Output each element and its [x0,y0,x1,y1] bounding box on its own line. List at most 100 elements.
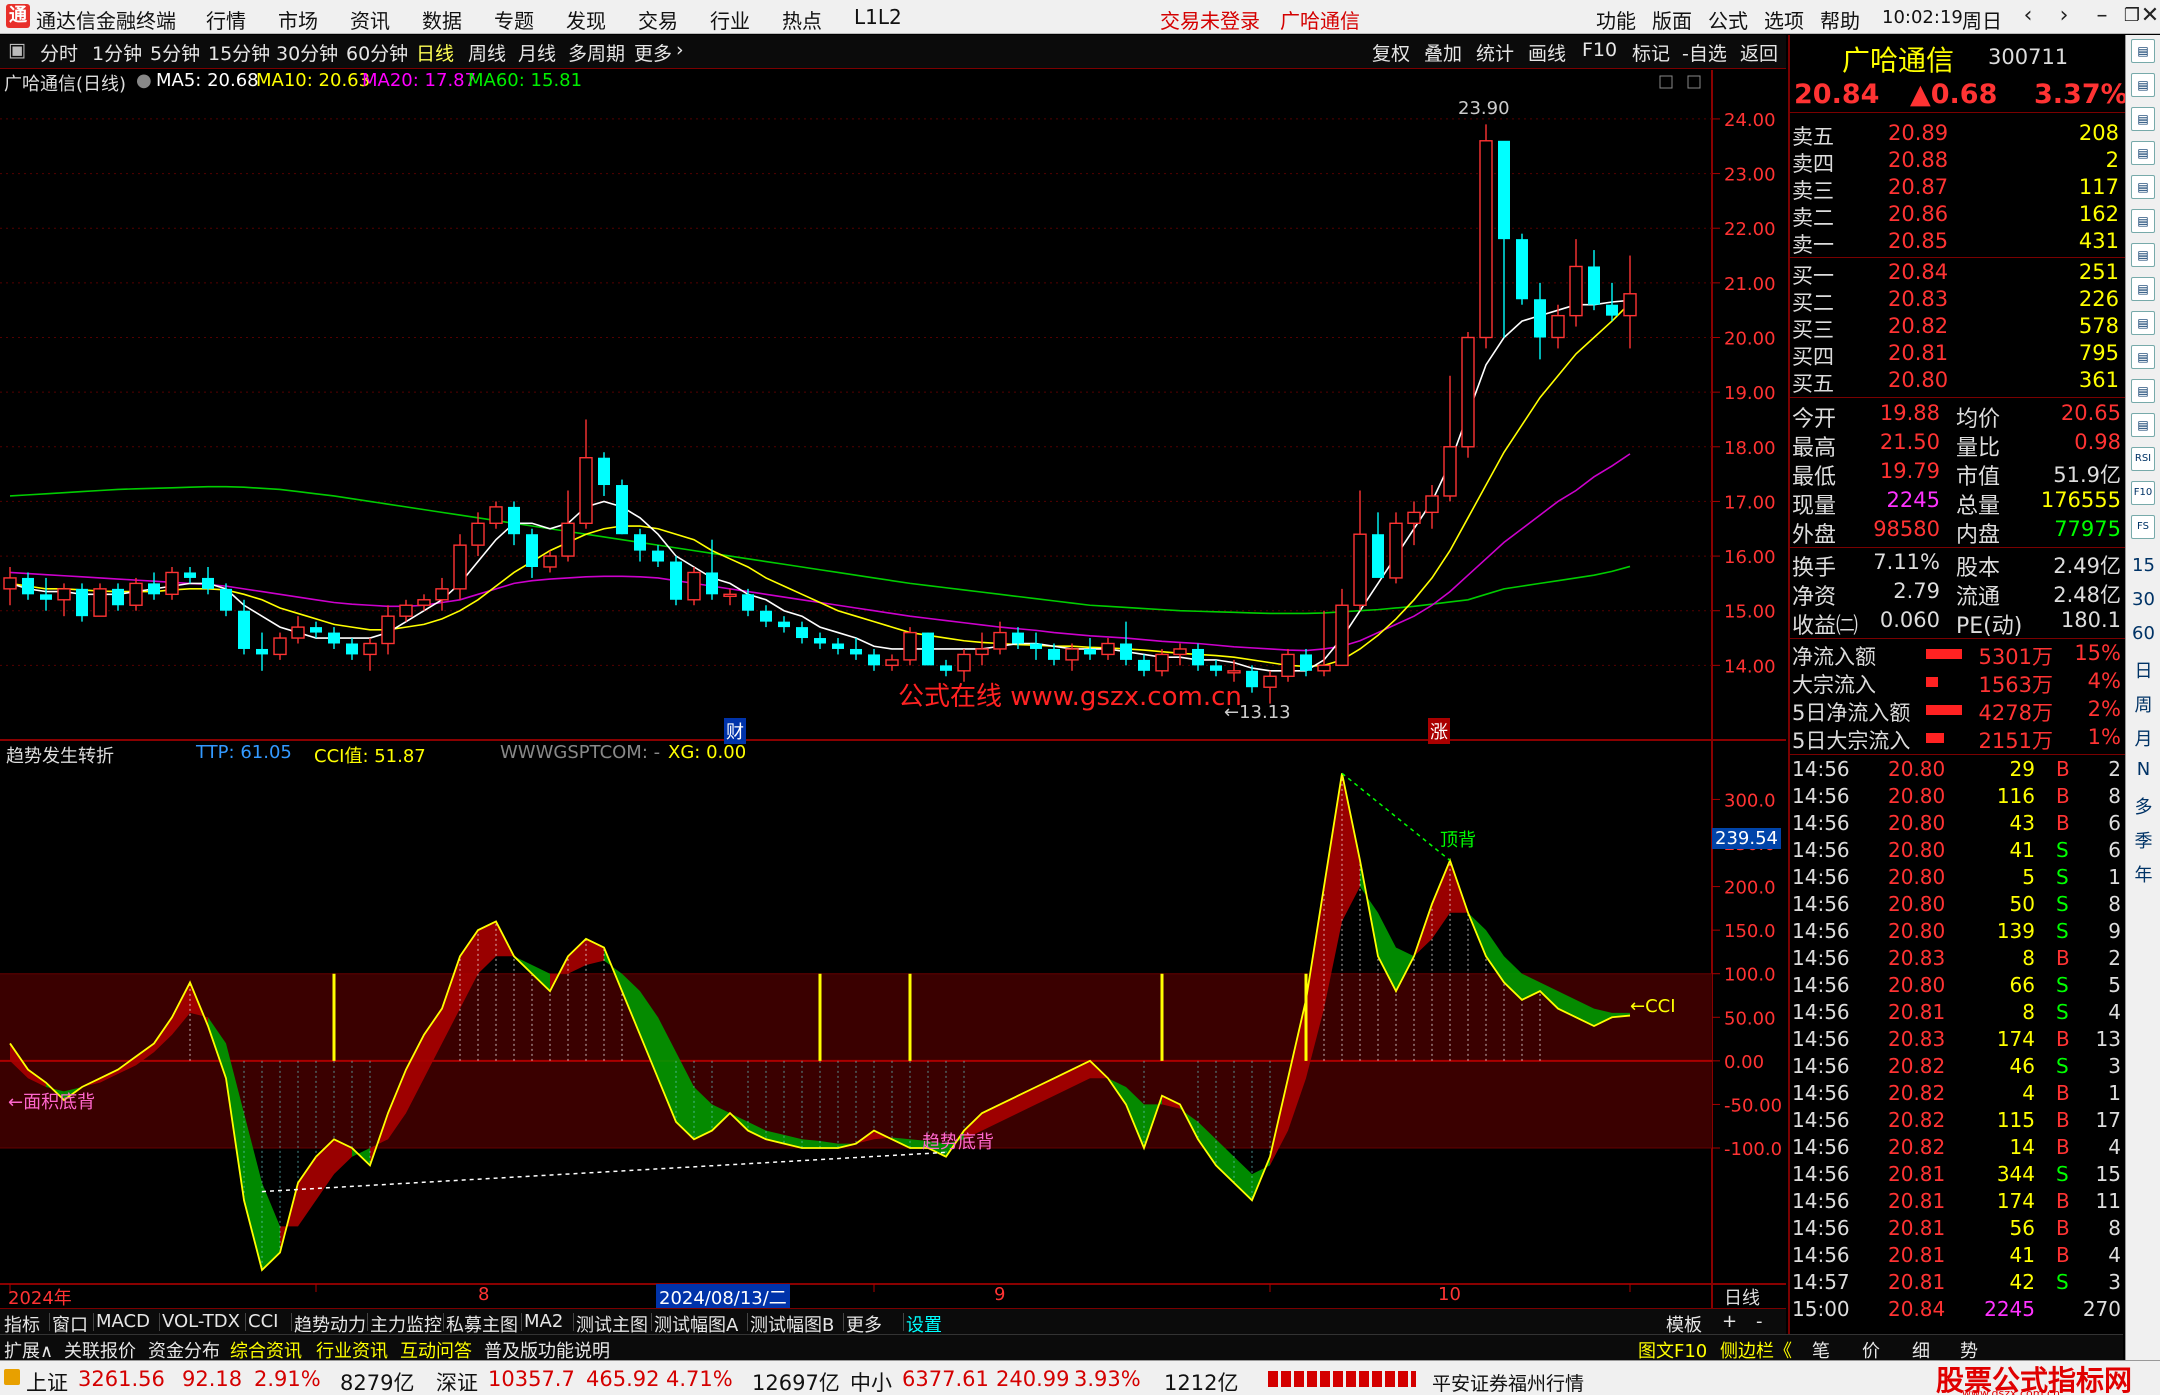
period-monthly[interactable]: 月线 [518,39,556,66]
btn-huaxian[interactable]: 画线 [1528,39,1566,66]
side-tool-1-icon[interactable]: F10 [2131,481,2155,505]
btn-biaoji[interactable]: 标记 [1632,39,1670,66]
flow-label: 大宗流入 [1792,673,1876,697]
tab1-3[interactable]: VOL-TDX [162,1311,240,1332]
flow-row[interactable]: 净流入额 5301万 15% [1790,641,2125,669]
side-period-6[interactable]: N [2126,759,2160,780]
tick-row: 14:56 20.81 56 B 8 [1790,1216,2125,1243]
side-period-5[interactable]: 月 [2126,725,2160,751]
limit-up-marker[interactable]: 涨 [1428,718,1450,744]
menu-zhuanti[interactable]: 专题 [494,5,534,34]
side-tool-icon[interactable]: ▤ [2131,413,2155,437]
tab1-8[interactable]: MA2 [524,1311,563,1332]
side-tool-icon[interactable]: ▤ [2131,39,2155,63]
settings-gear-icon[interactable]: ● [136,70,152,91]
side-tool-icon[interactable]: ▤ [2131,73,2155,97]
menu-shichang[interactable]: 市场 [278,5,318,34]
side-tool-icon[interactable]: ▤ [2131,209,2155,233]
tab1-4[interactable]: CCI [248,1311,278,1332]
flow-row[interactable]: 5日净流入额 4278万 2% [1790,697,2125,725]
minimize-icon[interactable]: – [2088,2,2116,30]
flow-row[interactable]: 大宗流入 1563万 4% [1790,669,2125,697]
menu-gongshi[interactable]: 公式 [1708,5,1748,34]
btn-fanhui[interactable]: 返回 [1740,39,1778,66]
more-chevron-icon[interactable]: › [676,39,684,61]
candle-body [868,654,880,666]
side-tool-icon[interactable]: ▤ [2131,379,2155,403]
sh-label[interactable]: 上证 [26,1367,68,1395]
zx-label[interactable]: 中小 [850,1367,892,1395]
menu-faxian[interactable]: 发现 [566,5,606,34]
watermark-text: 公式在线 www.gszx.com.cn [898,682,1242,712]
period-60min[interactable]: 60分钟 [346,39,408,66]
panel-toggle-icon[interactable]: ▣ [8,39,26,61]
side-period-8[interactable]: 季 [2126,827,2160,853]
btn-f10[interactable]: F10 [1582,39,1617,61]
side-period-1[interactable]: 30 [2126,589,2160,610]
side-tool-icon[interactable]: ▤ [2131,277,2155,301]
side-tool-2-icon[interactable]: FS [2131,515,2155,539]
menu-bangzhu[interactable]: 帮助 [1820,5,1860,34]
buy-price: 20.80 [1888,368,1949,392]
period-1min[interactable]: 1分钟 [92,39,142,66]
flow-row[interactable]: 5日大宗流入 2151万 1% [1790,725,2125,753]
side-period-9[interactable]: 年 [2126,861,2160,887]
tab1-16[interactable]: - [1756,1311,1763,1332]
period-weekly[interactable]: 周线 [468,39,506,66]
side-period-0[interactable]: 15 [2126,555,2160,576]
period-multi[interactable]: 多周期 [568,39,625,66]
menu-gongneng[interactable]: 功能 [1596,5,1636,34]
tick-volume: 50 [2009,892,2035,916]
menu-hangqing[interactable]: 行情 [206,5,246,34]
side-period-7[interactable]: 多 [2126,793,2160,819]
menu-shuju[interactable]: 数据 [422,5,462,34]
tick-price: 20.84 [1888,1297,1946,1321]
tick-side: B [2056,1243,2070,1267]
period-daily[interactable]: 日线 [416,39,454,66]
menu-redian[interactable]: 热点 [782,5,822,34]
candle-body [1389,522,1403,579]
back-arrow-icon[interactable]: ‹ [2014,2,2042,30]
btn-fuquan[interactable]: 复权 [1372,39,1410,66]
btn-tongji[interactable]: 统计 [1476,39,1514,66]
side-period-4[interactable]: 周 [2126,691,2160,717]
x-label-year: 2024年 [8,1288,72,1309]
period-5min[interactable]: 5分钟 [150,39,200,66]
sz-label[interactable]: 深证 [436,1367,478,1395]
side-period-3[interactable]: 日 [2126,657,2160,683]
side-tool-icon[interactable]: ▤ [2131,175,2155,199]
ma60-line [9,485,1631,615]
trade-status[interactable]: 交易未登录 [1160,5,1260,34]
menu-jiaoyi[interactable]: 交易 [638,5,678,34]
menu-hangye[interactable]: 行业 [710,5,750,34]
period-fenshi[interactable]: 分时 [40,39,78,66]
tick-volume: 4 [2022,1081,2035,1105]
menu-zixun[interactable]: 资讯 [350,5,390,34]
period-15min[interactable]: 15分钟 [208,39,270,66]
period-more[interactable]: 更多 [634,39,672,66]
chart-area[interactable]: 24.00 23.00 22.00 21.00 20.00 19.00 18.00 17.00… [0,70,1786,1310]
candle-body [832,643,844,649]
buy-row: 买五 20.80 361 [1790,368,2125,396]
side-tool-icon[interactable]: ▤ [2131,141,2155,165]
side-tool-icon[interactable]: ▤ [2131,107,2155,131]
period-30min[interactable]: 30分钟 [276,39,338,66]
side-tool-icon[interactable]: ▤ [2131,243,2155,267]
btn-diejia[interactable]: 叠加 [1424,39,1462,66]
finance-marker[interactable]: 财 [724,718,746,744]
menu-l1l2[interactable]: L1L2 [854,5,902,29]
tick-volume: 29 [2009,757,2035,781]
forward-arrow-icon[interactable]: › [2050,2,2078,30]
side-period-2[interactable]: 60 [2126,623,2160,644]
close-icon[interactable]: ✕ [2140,2,2160,30]
tab1-2[interactable]: MACD [96,1311,150,1332]
btn-zixuan[interactable]: -自选 [1682,39,1727,66]
tab1-15[interactable]: + [1722,1311,1737,1332]
menu-xuanxiang[interactable]: 选项 [1764,5,1804,34]
kline-chart[interactable]: 24.00 23.00 22.00 21.00 20.00 19.00 18.00 17.00… [0,70,1786,1308]
menu-banmian[interactable]: 版面 [1652,5,1692,34]
side-tool-0-icon[interactable]: RSI [2131,447,2155,471]
buy-price: 20.83 [1888,287,1949,311]
side-tool-icon[interactable]: ▤ [2131,311,2155,335]
side-tool-icon[interactable]: ▤ [2131,345,2155,369]
